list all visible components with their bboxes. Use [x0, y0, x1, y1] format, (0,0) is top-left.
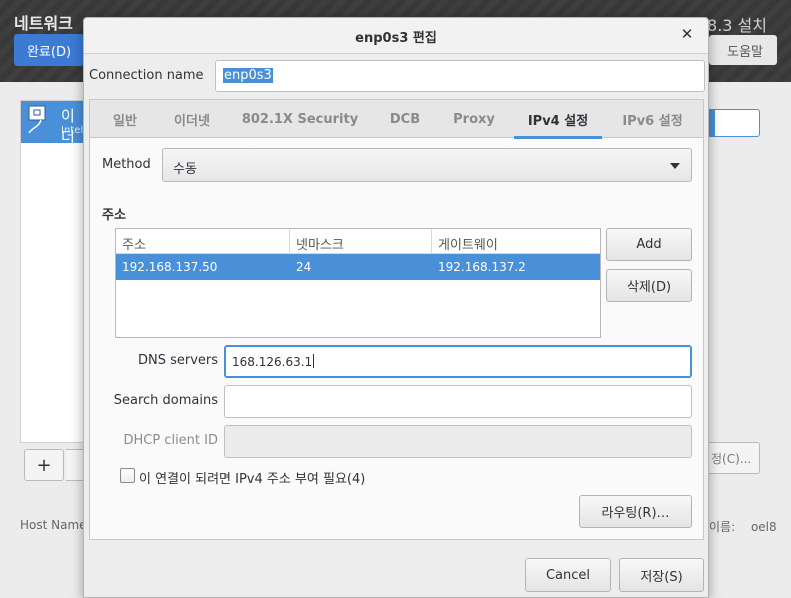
search-domains-label: Search domains [113, 393, 218, 408]
ethernet-icon [28, 105, 46, 134]
done-button[interactable]: 완료(D) [14, 34, 84, 66]
address-table[interactable]: 주소 넷마스크 게이트웨이 192.168.137.50 24 192.168.… [115, 228, 601, 338]
current-host-name-value: oel8 [750, 520, 777, 534]
save-button[interactable]: 저장(S) [619, 558, 704, 592]
tab-bar: 일반 이더넷 802.1X Security DCB Proxy IPv4 설정… [90, 100, 703, 139]
netmask-cell[interactable]: 24 [290, 254, 432, 280]
toggle-switch[interactable] [709, 109, 760, 137]
tab-proxy[interactable]: Proxy [434, 100, 514, 138]
installer-product-label: 8.3 설치 [707, 16, 767, 35]
addresses-heading: 주소 [102, 208, 126, 223]
toggle-fill [709, 110, 715, 136]
installer-title: 네트워크 [14, 14, 73, 33]
tab-ethernet[interactable]: 이더넷 [160, 100, 224, 138]
column-netmask[interactable]: 넷마스크 [290, 229, 432, 254]
remove-device-button[interactable] [66, 449, 84, 481]
dhcp-client-id-input [224, 425, 692, 458]
close-icon[interactable]: ✕ [678, 25, 696, 43]
edit-connection-dialog: enp0s3 편집 ✕ Connection name enp0s3 일반 이더… [83, 17, 709, 598]
settings-notebook: 일반 이더넷 802.1X Security DCB Proxy IPv4 설정… [89, 99, 704, 540]
cancel-button[interactable]: Cancel [525, 558, 611, 592]
method-dropdown[interactable]: 수동 [162, 148, 692, 182]
dns-servers-input[interactable]: 168.126.63.1 [224, 345, 692, 378]
current-host-name-label: 이름: [709, 520, 736, 534]
dns-servers-label: DNS servers [137, 353, 218, 368]
network-device-vendor: Intel [61, 125, 84, 136]
routes-button[interactable]: 라우팅(R)… [579, 495, 692, 528]
network-device-item[interactable]: 이더 Intel [21, 101, 84, 146]
tab-dcb[interactable]: DCB [376, 100, 434, 138]
column-address[interactable]: 주소 [116, 229, 290, 254]
dns-servers-value: 168.126.63.1 [232, 355, 313, 369]
connection-name-input[interactable]: enp0s3 [215, 60, 705, 92]
network-device-list [20, 100, 84, 443]
tab-ipv4-settings[interactable]: IPv4 설정 [514, 100, 602, 139]
connection-name-value: enp0s3 [223, 68, 273, 83]
dhcp-client-id-label: DHCP client ID [123, 433, 218, 448]
text-caret [313, 354, 315, 368]
address-table-header: 주소 넷마스크 게이트웨이 [116, 229, 600, 254]
search-domains-input[interactable] [224, 385, 692, 418]
column-gateway[interactable]: 게이트웨이 [432, 229, 600, 254]
gateway-cell[interactable]: 192.168.137.2 [432, 254, 600, 280]
connection-name-label: Connection name [89, 68, 204, 83]
delete-address-button[interactable]: 삭제(D) [606, 269, 692, 302]
method-value: 수동 [173, 162, 197, 177]
current-host-name: 이름: oel8 [709, 518, 777, 535]
host-name-label: Host Name [20, 518, 87, 532]
dialog-titlebar: enp0s3 편집 ✕ [84, 18, 708, 54]
tab-general[interactable]: 일반 [90, 100, 160, 138]
require-ipv4-label[interactable]: 이 연결이 되려면 IPv4 주소 부여 필요(4) [139, 468, 365, 487]
require-ipv4-checkbox[interactable] [120, 468, 135, 483]
table-row[interactable]: 192.168.137.50 24 192.168.137.2 [116, 254, 600, 280]
method-label: Method [102, 157, 151, 172]
address-cell[interactable]: 192.168.137.50 [116, 254, 290, 280]
chevron-down-icon [670, 163, 680, 169]
tab-8021x-security[interactable]: 802.1X Security [224, 100, 376, 138]
dialog-title: enp0s3 편집 [355, 31, 437, 46]
add-device-button[interactable]: + [24, 449, 64, 481]
add-address-button[interactable]: Add [606, 228, 692, 261]
help-button[interactable]: 도움말 [709, 35, 777, 65]
plus-icon: + [36, 454, 52, 476]
configure-button[interactable]: 정(C)... [709, 442, 760, 474]
tab-ipv6-settings[interactable]: IPv6 설정 [602, 100, 703, 138]
